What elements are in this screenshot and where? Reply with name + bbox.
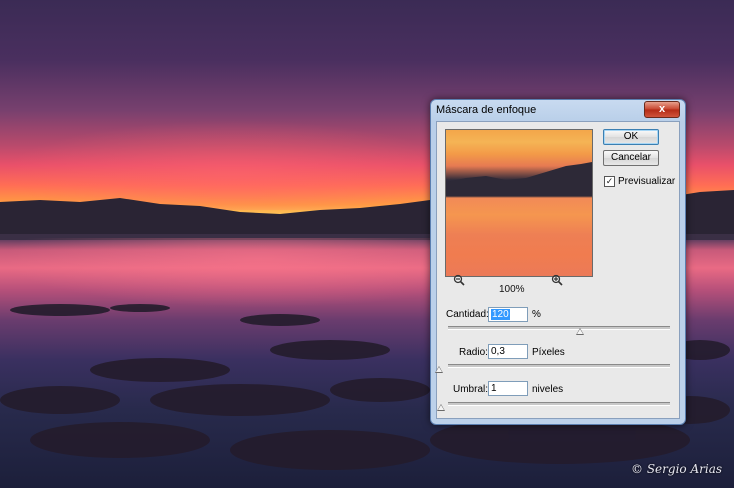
- preview-checkbox[interactable]: ✓ Previsualizar: [604, 176, 675, 187]
- cancel-button[interactable]: Cancelar: [603, 150, 659, 166]
- threshold-slider[interactable]: [448, 402, 670, 406]
- threshold-input[interactable]: 1: [488, 381, 528, 396]
- radius-slider-thumb[interactable]: [435, 366, 443, 373]
- amount-label: Cantidad:: [446, 309, 489, 320]
- dialog-title: Máscara de enfoque: [436, 104, 537, 116]
- preview-checkbox-label: Previsualizar: [618, 176, 676, 187]
- threshold-unit: niveles: [532, 384, 564, 395]
- amount-slider[interactable]: [448, 326, 670, 330]
- radius-unit: Píxeles: [532, 347, 565, 358]
- amount-unit: %: [532, 309, 541, 320]
- close-icon: x: [658, 103, 666, 115]
- amount-value: 120: [491, 309, 510, 320]
- dialog-client-area: 100% OK Cancelar ✓ Previsualizar Cantida…: [435, 121, 680, 419]
- dialog-titlebar[interactable]: Máscara de enfoque x: [431, 100, 685, 120]
- checkmark-icon[interactable]: ✓: [604, 176, 615, 187]
- radius-value: 0,3: [491, 346, 505, 357]
- amount-slider-thumb[interactable]: [576, 328, 584, 335]
- close-button[interactable]: x: [644, 101, 680, 118]
- radius-label: Radio:: [459, 347, 488, 358]
- zoom-out-icon[interactable]: [453, 274, 465, 286]
- preview-hill-silhouette: [446, 162, 592, 196]
- radius-input[interactable]: 0,3: [488, 344, 528, 359]
- unsharp-mask-dialog: Máscara de enfoque x 100% OK Cancelar ✓ …: [430, 99, 686, 425]
- zoom-level: 100%: [499, 284, 525, 295]
- ok-button[interactable]: OK: [603, 129, 659, 145]
- photographer-signature: © Sergio Arias: [631, 462, 722, 476]
- amount-input[interactable]: 120: [488, 307, 528, 322]
- zoom-in-icon[interactable]: [551, 274, 563, 286]
- threshold-slider-thumb[interactable]: [437, 404, 445, 411]
- preview-image[interactable]: [445, 129, 593, 277]
- threshold-value: 1: [491, 383, 497, 394]
- threshold-label: Umbral:: [453, 384, 489, 395]
- radius-slider[interactable]: [448, 364, 670, 368]
